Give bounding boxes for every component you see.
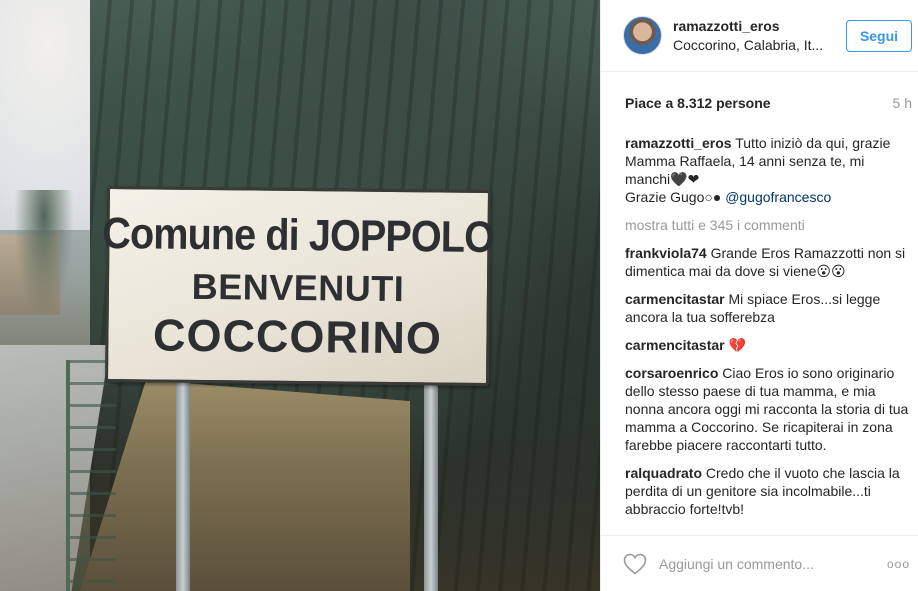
comment-username[interactable]: ralquadrato [625, 465, 702, 481]
more-options-icon[interactable]: ooo [887, 557, 910, 571]
comment-item: corsaroenrico Ciao Eros io sono originar… [625, 364, 910, 454]
road-sign: Comune di JOPPOLO BENVENUTI COCCORINO [102, 185, 495, 387]
comment-item: carmencitastar 💔 [625, 336, 910, 354]
comment-item: ralquadrato Credo che il vuoto che lasci… [625, 464, 910, 518]
comment-username[interactable]: frankviola74 [625, 245, 707, 261]
caption: ramazzotti_eros Tutto iniziò da qui, gra… [625, 134, 910, 206]
caption-username[interactable]: ramazzotti_eros [625, 135, 732, 151]
sign-text-place: COCCORINO [152, 309, 443, 364]
owner-username[interactable]: ramazzotti_eros [673, 18, 846, 34]
comment-username[interactable]: carmencitastar [625, 337, 725, 353]
post-footer: ooo [601, 535, 918, 591]
post-sidebar: ramazzotti_eros Coccorino, Calabria, It.… [600, 0, 918, 591]
instagram-post: Comune di JOPPOLO BENVENUTI COCCORINO ra… [0, 0, 918, 591]
sign-text-town: Comune di JOPPOLO [102, 208, 495, 263]
fence-bg [66, 360, 116, 591]
palm-bg [14, 190, 74, 320]
caption-line2: Grazie Gugo○● @gugofrancesco [625, 188, 910, 206]
show-all-comments-link[interactable]: mostra tutti e 345 i commenti [625, 216, 910, 234]
comment-item: frankviola74 Grande Eros Ramazzotti non … [625, 244, 910, 280]
sign-text-welcome: BENVENUTI [191, 265, 405, 310]
heart-outline-icon[interactable] [623, 552, 649, 576]
comments-list: ramazzotti_eros Tutto iniziò da qui, gra… [601, 134, 918, 535]
follow-button[interactable]: Segui [846, 19, 912, 52]
add-comment-input[interactable] [659, 555, 887, 572]
sign-pole-right [424, 370, 438, 591]
sign-pole-left [176, 380, 190, 591]
caption-mention[interactable]: @gugofrancesco [725, 189, 831, 205]
comment-item: carmencitastar Mi spiace Eros...si legge… [625, 290, 910, 326]
comment-username[interactable]: carmencitastar [625, 291, 725, 307]
avatar[interactable] [623, 16, 662, 55]
post-header: ramazzotti_eros Coccorino, Calabria, It.… [601, 0, 918, 72]
owner-info: ramazzotti_eros Coccorino, Calabria, It.… [673, 18, 846, 53]
post-meta: Piace a 8.312 persone 5 h [601, 72, 918, 134]
comment-username[interactable]: corsaroenrico [625, 365, 718, 381]
caption-thanks: Grazie Gugo○● [625, 189, 722, 205]
post-photo[interactable]: Comune di JOPPOLO BENVENUTI COCCORINO [0, 0, 600, 591]
likes-count[interactable]: Piace a 8.312 persone [625, 95, 771, 111]
post-location[interactable]: Coccorino, Calabria, It... [673, 37, 846, 53]
post-time[interactable]: 5 h [893, 95, 912, 111]
comment-text: 💔 [728, 337, 746, 353]
